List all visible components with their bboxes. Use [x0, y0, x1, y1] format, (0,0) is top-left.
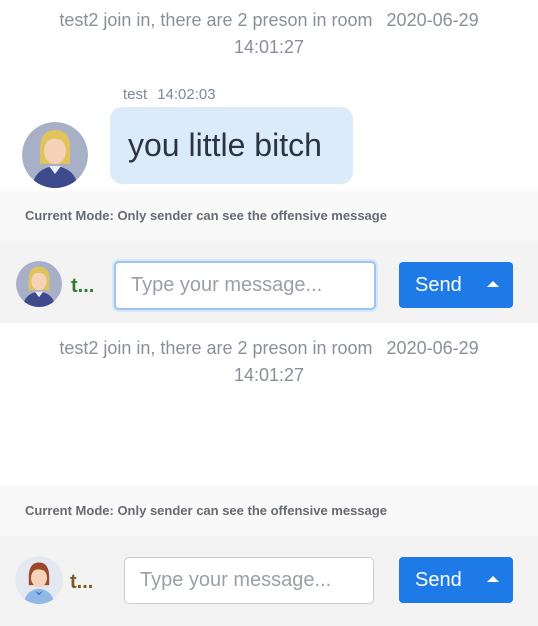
system-message-text: test2 join in, there are 2 preson in roo…	[59, 10, 373, 30]
input-bar: t... Type your message... Send	[0, 241, 538, 323]
message-input[interactable]: Type your message...	[124, 557, 374, 604]
message-input[interactable]: Type your message...	[114, 261, 376, 310]
current-user-name: t...	[70, 571, 94, 593]
send-button-label: Send	[415, 274, 462, 296]
system-message-time: 14:01:27	[233, 37, 305, 57]
system-message: test2 join in, there are 2 preson in roo…	[0, 7, 538, 61]
brown-hair-woman-avatar-icon	[15, 556, 63, 604]
system-message-text: test2 join in, there are 2 preson in roo…	[59, 338, 373, 358]
current-user-name: t...	[71, 275, 95, 297]
current-user-avatar	[15, 556, 63, 604]
system-message-time: 14:01:27	[233, 365, 305, 385]
input-bar: t... Type your message... Send	[0, 536, 538, 626]
message-sender: test	[123, 86, 148, 103]
send-button[interactable]: Send	[399, 557, 513, 603]
system-message: test2 join in, there are 2 preson in roo…	[0, 335, 538, 389]
mode-indicator: Current Mode: Only sender can see the of…	[0, 486, 538, 536]
system-message-date: 2020-06-29	[386, 338, 479, 358]
send-button-label: Send	[415, 569, 462, 591]
caret-up-icon[interactable]	[487, 576, 499, 582]
message-time: 14:02:03	[157, 86, 216, 103]
sender-avatar	[22, 122, 88, 188]
blonde-woman-avatar-icon	[22, 122, 88, 188]
current-user-avatar	[16, 261, 62, 307]
message-meta: test 14:02:03	[123, 86, 216, 103]
mode-indicator: Current Mode: Only sender can see the of…	[0, 191, 538, 241]
system-message-date: 2020-06-29	[386, 10, 479, 30]
chat-panel-receiver: test2 join in, there are 2 preson in roo…	[0, 326, 538, 626]
send-button[interactable]: Send	[399, 262, 513, 308]
caret-up-icon[interactable]	[487, 281, 499, 287]
blonde-woman-avatar-icon	[16, 261, 62, 307]
chat-panel-sender: test2 join in, there are 2 preson in roo…	[0, 0, 538, 326]
message-bubble: you little bitch	[110, 107, 353, 184]
